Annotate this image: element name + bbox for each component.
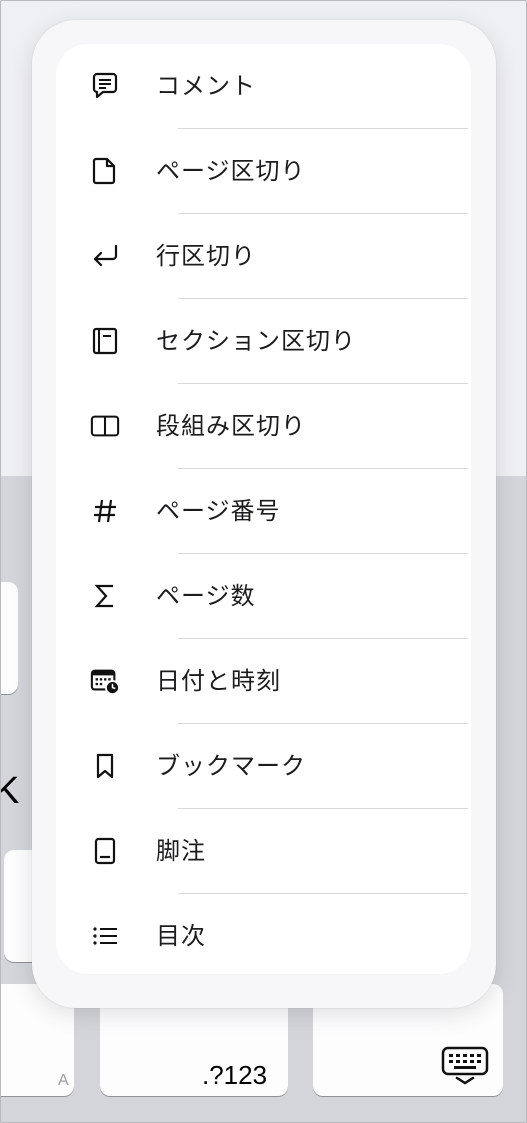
insert-menu-list: コメント ページ区切り 行区切り セクション区切り 段組み区切り ページ番号 ペ… xyxy=(56,44,471,974)
menu-item-column-break[interactable]: 段組み区切り xyxy=(56,384,471,468)
return-arrow-icon xyxy=(90,241,120,271)
menu-item-toc[interactable]: 目次 xyxy=(56,894,471,974)
key-partial-left-1[interactable] xyxy=(0,582,18,694)
menu-item-page-break[interactable]: ページ区切り xyxy=(56,129,471,213)
menu-item-label: ページ数 xyxy=(156,582,256,610)
menu-item-section-break[interactable]: セクション区切り xyxy=(56,299,471,383)
menu-item-label: コメント xyxy=(156,72,256,100)
menu-item-label: 目次 xyxy=(156,922,206,950)
comment-icon xyxy=(90,71,120,101)
menu-item-label: 日付と時刻 xyxy=(156,667,281,695)
menu-item-comment[interactable]: コメント xyxy=(56,44,471,128)
keyboard-dismiss-icon xyxy=(441,1046,489,1090)
menu-item-footnote[interactable]: 脚注 xyxy=(56,809,471,893)
sigma-icon xyxy=(90,581,120,611)
footnote-icon xyxy=(90,836,120,866)
key-shift-label: A xyxy=(58,1072,69,1089)
section-icon xyxy=(90,326,120,356)
hash-icon xyxy=(90,496,120,526)
insert-menu-popup: コメント ページ区切り 行区切り セクション区切り 段組み区切り ページ番号 ペ… xyxy=(32,20,496,1008)
menu-item-label: 脚注 xyxy=(156,837,206,865)
menu-item-label: ページ区切り xyxy=(156,157,306,185)
menu-item-label: セクション区切り xyxy=(156,327,356,355)
partial-letter-k: K xyxy=(0,770,20,812)
menu-item-bookmark[interactable]: ブックマーク xyxy=(56,724,471,808)
menu-item-label: ブックマーク xyxy=(156,752,306,780)
menu-item-page-number[interactable]: ページ番号 xyxy=(56,469,471,553)
bookmark-icon xyxy=(90,751,120,781)
menu-item-date-time[interactable]: 日付と時刻 xyxy=(56,639,471,723)
menu-item-page-count[interactable]: ページ数 xyxy=(56,554,471,638)
calendar-clock-icon xyxy=(90,666,120,696)
menu-item-label: 段組み区切り xyxy=(156,412,306,440)
menu-item-line-break[interactable]: 行区切り xyxy=(56,214,471,298)
menu-item-label: ページ番号 xyxy=(156,497,281,525)
numbers-key-label: .?123 xyxy=(202,1060,268,1090)
page-icon xyxy=(90,156,120,186)
menu-item-label: 行区切り xyxy=(156,242,256,270)
columns-icon xyxy=(90,411,120,441)
list-icon xyxy=(90,921,120,951)
